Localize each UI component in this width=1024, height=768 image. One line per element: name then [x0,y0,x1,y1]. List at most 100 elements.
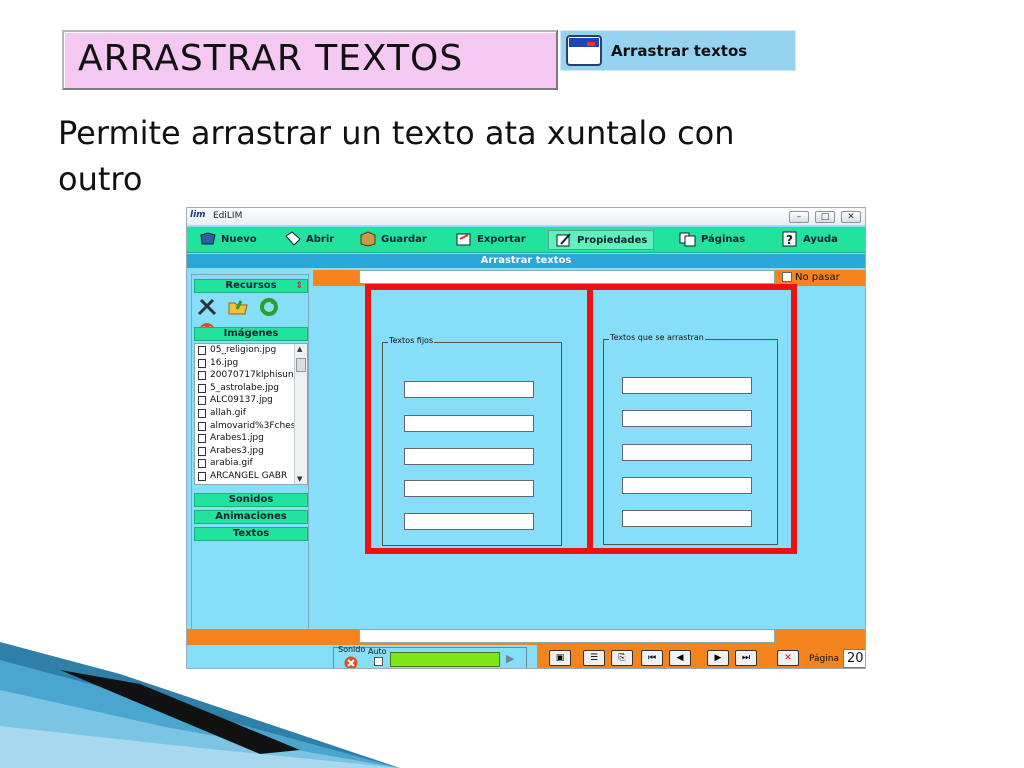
menu-propiedades[interactable]: Propiedades [548,230,655,250]
file-name: allah.gif [210,407,246,418]
previous-page-icon[interactable]: ◀ [669,650,691,666]
sound-progress-bar[interactable] [390,652,500,667]
file-icon [198,434,206,444]
menu-exportar[interactable]: Exportar [455,230,526,250]
list-item[interactable]: allah.gif [195,407,295,420]
folder-open-icon[interactable] [227,297,249,317]
book-icon [200,232,216,245]
list-scrollbar[interactable]: ▲ ▼ [294,344,307,484]
fixed-text-field[interactable] [404,480,534,497]
list-item[interactable]: Arabes3.jpg [195,445,295,458]
list-item[interactable]: 5_astrolabe.jpg [195,382,295,395]
list-item[interactable]: arabia.gif [195,457,295,470]
fixed-text-field[interactable] [404,381,534,398]
file-name: 05_religion.jpg [210,345,277,355]
window-title: EdiLIM [213,211,243,221]
imagenes-header[interactable]: Imágenes [194,327,308,341]
draggable-text-field[interactable] [622,510,752,527]
fixed-text-field[interactable] [404,513,534,530]
menu-ayuda[interactable]: ? Ayuda [781,230,838,250]
menu-abrir-label: Abrir [306,234,335,245]
scroll-down-icon[interactable]: ▼ [297,475,302,483]
list-item[interactable]: 16.jpg [195,357,295,370]
textos-header[interactable]: Textos [194,527,308,541]
recursos-header[interactable]: Recursos ⇕ [194,279,308,293]
page-number-field[interactable]: 20 [843,649,865,668]
auto-checkbox[interactable] [374,657,383,666]
file-icon [198,396,206,406]
play-icon[interactable]: ▶ [506,652,514,665]
list-item[interactable]: ALC09137.jpg [195,394,295,407]
section-title-bar: Arrastrar textos [187,254,865,268]
menu-abrir[interactable]: Abrir [284,230,334,250]
draggable-texts-label: Textos que se arrastran [609,333,705,342]
delete-page-icon[interactable]: ✕ [777,650,799,666]
file-name: 5_astrolabe.jpg [210,382,280,393]
slide-subtitle: Permite arrastrar un texto ata xuntalo c… [58,114,735,198]
animaciones-header[interactable]: Animaciones [194,510,308,524]
activity-tag: Arrastrar textos [560,30,796,71]
last-page-icon[interactable]: ⏭ [735,650,757,666]
menu-guardar-label: Guardar [381,234,427,245]
menu-ayuda-label: Ayuda [803,234,838,245]
menu-nuevo-label: Nuevo [221,234,257,245]
list-icon[interactable]: ☰ [583,650,605,666]
new-page-icon[interactable]: ⎘ [611,650,633,666]
save-icon[interactable]: ▣ [549,650,571,666]
list-item[interactable]: 05_religion.jpg [195,344,295,357]
file-name: 16.jpg [210,357,239,368]
auto-label: Auto [368,647,387,656]
list-item[interactable]: ARCANGEL GABR [195,470,295,483]
no-pasar-label: No pasar [795,272,840,283]
list-item[interactable]: almovarid%3Fchess [195,420,295,433]
next-page-icon[interactable]: ▶ [707,650,729,666]
no-pasar-option[interactable]: No pasar [782,272,840,283]
menu-propiedades-label: Propiedades [577,235,648,246]
remove-sound-icon[interactable] [343,656,359,669]
chevron-updown-icon[interactable]: ⇕ [295,280,303,292]
no-pasar-checkbox[interactable] [782,272,792,282]
close-button[interactable]: ✕ [841,211,861,223]
message-field[interactable] [359,629,775,643]
draggable-text-field[interactable] [622,410,752,427]
list-item[interactable]: 20070717klphisuni_ [195,369,295,382]
tools-icon[interactable] [196,297,218,317]
file-icon [198,346,206,355]
menu-paginas[interactable]: Páginas [679,230,745,250]
window-titlebar: lim EdiLIM – □ ✕ [187,208,865,226]
file-icon [198,421,206,431]
window-icon [566,35,602,66]
fixed-text-field[interactable] [404,415,534,432]
scroll-up-icon[interactable]: ▲ [297,345,302,353]
fixed-texts-label: Textos fijos [388,336,435,345]
scroll-thumb[interactable] [296,358,306,372]
draggable-text-field[interactable] [622,477,752,494]
image-file-list[interactable]: 05_religion.jpg 16.jpg 20070717klphisuni… [194,343,308,485]
box-icon [360,231,376,247]
pages-icon [679,232,696,247]
instruction-field[interactable] [359,270,775,284]
menu-bar: Nuevo Abrir Guardar Exportar Propiedades… [187,227,865,253]
file-icon [198,408,206,418]
draggable-text-field[interactable] [622,444,752,461]
fixed-text-field[interactable] [404,448,534,465]
app-logo: lim [190,210,206,220]
sonidos-header[interactable]: Sonidos [194,493,308,507]
file-name: almovarid%3Fchess [210,420,295,431]
maximize-button[interactable]: □ [815,211,835,223]
file-name: ARCANGEL GABR [210,470,288,481]
list-item[interactable]: Arabes1.jpg [195,432,295,445]
menu-guardar[interactable]: Guardar [359,230,427,250]
draggable-text-field[interactable] [622,377,752,394]
open-icon [285,231,301,246]
minimize-button[interactable]: – [789,211,809,223]
first-page-icon[interactable]: ⏮ [641,650,663,666]
menu-nuevo[interactable]: Nuevo [199,230,257,250]
file-name: Arabes3.jpg [210,445,264,456]
slide-title: ARRASTRAR TEXTOS [78,38,464,79]
properties-icon [556,233,571,247]
help-icon: ? [782,231,797,247]
resources-sidebar: Recursos ⇕ Imágenes 05_religion.jpg 16.j… [191,274,309,632]
file-icon [198,446,206,456]
refresh-icon[interactable] [258,297,280,317]
